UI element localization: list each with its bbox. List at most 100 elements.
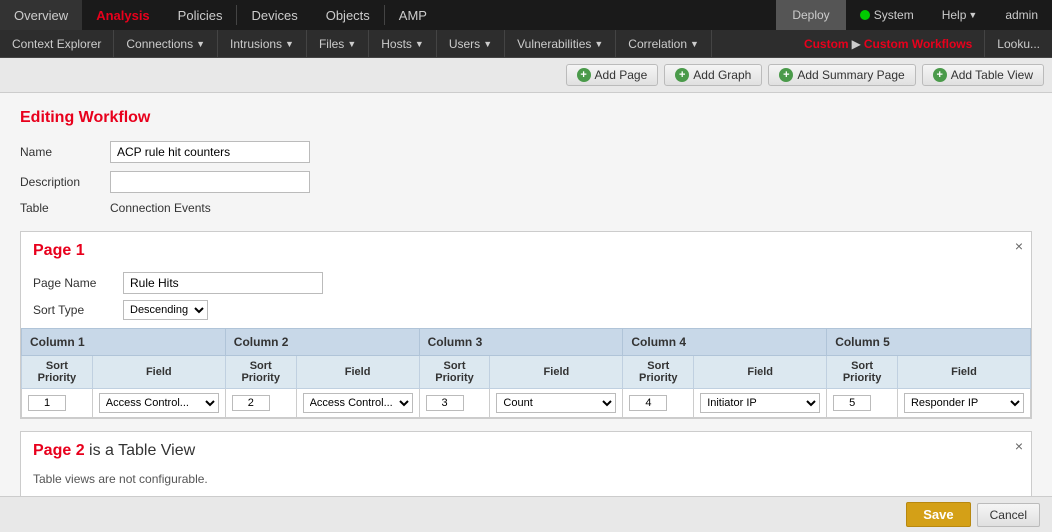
nav-hosts[interactable]: Hosts ▼ [369, 30, 437, 57]
page2-note: Table views are not configurable. [33, 472, 1019, 486]
cancel-button[interactable]: Cancel [977, 503, 1040, 527]
nav-vulnerabilities[interactable]: Vulnerabilities ▼ [505, 30, 616, 57]
add-page-icon: + [577, 68, 591, 82]
help-arrow-icon: ▼ [968, 10, 977, 20]
sub-sort-2: Sort Priority [225, 356, 296, 389]
sub-sort-3: Sort Priority [419, 356, 490, 389]
save-button[interactable]: Save [906, 502, 970, 527]
nav-intrusions[interactable]: Intrusions ▼ [218, 30, 307, 57]
add-summary-icon: + [779, 68, 793, 82]
nav-analysis[interactable]: Analysis [82, 0, 163, 30]
add-graph-label: Add Graph [693, 68, 751, 82]
sub-field-3: Field [490, 356, 623, 389]
nav-amp[interactable]: AMP [385, 0, 441, 30]
sort-priority-input-3[interactable] [426, 395, 464, 411]
toolbar: + Add Page + Add Graph + Add Summary Pag… [0, 58, 1052, 93]
breadcrumb-part1[interactable]: Custom [804, 37, 849, 51]
page2-title: Page 2 is a Table View [33, 442, 1019, 460]
editing-workflow-section: Editing Workflow Name Description Table … [20, 109, 1032, 215]
page-name-input[interactable] [123, 272, 323, 294]
page2-close-button[interactable]: × [1015, 438, 1023, 454]
table-row: Access Control... Access Control Rule Co… [22, 389, 1031, 418]
sort-type-label: Sort Type [33, 303, 123, 317]
add-page-label: Add Page [595, 68, 648, 82]
add-table-icon: + [933, 68, 947, 82]
users-arrow-icon: ▼ [483, 39, 492, 49]
page2-section: × Page 2 is a Table View Table views are… [20, 431, 1032, 497]
nav-policies[interactable]: Policies [164, 0, 237, 30]
description-label: Description [20, 175, 110, 189]
nav-devices[interactable]: Devices [237, 0, 311, 30]
add-table-view-button[interactable]: + Add Table View [922, 64, 1044, 86]
sub-sort-4: Sort Priority [623, 356, 694, 389]
nav-context-explorer[interactable]: Context Explorer [0, 30, 114, 57]
nav-users[interactable]: Users ▼ [437, 30, 505, 57]
sub-sort-1: Sort Priority [22, 356, 93, 389]
page2-subtitle: is a Table View [89, 442, 195, 459]
add-table-label: Add Table View [951, 68, 1033, 82]
vuln-arrow-icon: ▼ [594, 39, 603, 49]
system-label: System [874, 8, 914, 22]
sort-priority-input-1[interactable] [28, 395, 66, 411]
sub-field-4: Field [694, 356, 827, 389]
second-nav: Context Explorer Connections ▼ Intrusion… [0, 30, 1052, 58]
field-cell-1: Access Control... Access Control Rule Co… [92, 389, 225, 418]
status-dot [860, 10, 870, 20]
field-select-3[interactable]: Count Access Control Rule Initiator IP R… [496, 393, 616, 413]
sub-headers-row: Sort Priority Field Sort Priority Field … [22, 356, 1031, 389]
sort-priority-input-4[interactable] [629, 395, 667, 411]
sort-priority-cell-3 [419, 389, 490, 418]
name-label: Name [20, 145, 110, 159]
col-header-3: Column 3 [419, 329, 623, 356]
nav-overview[interactable]: Overview [0, 0, 82, 30]
name-input[interactable] [110, 141, 310, 163]
main-content: Editing Workflow Name Description Table … [0, 93, 1052, 531]
hosts-arrow-icon: ▼ [415, 39, 424, 49]
nav-admin[interactable]: admin [991, 0, 1052, 30]
field-select-4[interactable]: Initiator IP Access Control Rule Count R… [700, 393, 820, 413]
table-label: Table [20, 201, 110, 215]
page1-header: Page 1 × Page Name Sort Type Descending … [21, 232, 1031, 320]
sort-priority-cell-2 [225, 389, 296, 418]
nav-objects[interactable]: Objects [312, 0, 384, 30]
add-summary-page-button[interactable]: + Add Summary Page [768, 64, 915, 86]
name-row: Name [20, 141, 1032, 163]
field-cell-2: Access Control... Count Initiator IP Res… [296, 389, 419, 418]
field-select-2[interactable]: Access Control... Count Initiator IP Res… [303, 393, 413, 413]
column-headers-row: Column 1 Column 2 Column 3 Column 4 Colu… [22, 329, 1031, 356]
intrusions-arrow-icon: ▼ [285, 39, 294, 49]
field-select-1[interactable]: Access Control... Access Control Rule Co… [99, 393, 219, 413]
nav-files[interactable]: Files ▼ [307, 30, 369, 57]
field-select-5[interactable]: Responder IP Access Control Rule Count I… [904, 393, 1024, 413]
sub-field-1: Field [92, 356, 225, 389]
col-header-2: Column 2 [225, 329, 419, 356]
sort-priority-cell-4 [623, 389, 694, 418]
sort-priority-input-2[interactable] [232, 395, 270, 411]
bottom-bar: Save Cancel [0, 496, 1052, 532]
columns-table: Column 1 Column 2 Column 3 Column 4 Colu… [21, 328, 1031, 418]
sort-priority-input-5[interactable] [833, 395, 871, 411]
breadcrumb-part2[interactable]: Custom Workflows [864, 37, 972, 51]
sort-type-select[interactable]: Descending Ascending [123, 300, 208, 320]
table-value: Connection Events [110, 201, 211, 215]
nav-connections[interactable]: Connections ▼ [114, 30, 218, 57]
system-status[interactable]: System [846, 0, 928, 30]
add-graph-icon: + [675, 68, 689, 82]
lookup-button[interactable]: Looku... [984, 30, 1052, 57]
sort-type-row: Sort Type Descending Ascending [33, 300, 1019, 320]
page-name-label: Page Name [33, 276, 123, 290]
page1-close-button[interactable]: × [1015, 238, 1023, 254]
col-header-1: Column 1 [22, 329, 226, 356]
add-page-button[interactable]: + Add Page [566, 64, 659, 86]
breadcrumb: Custom ▶ Custom Workflows [792, 30, 984, 57]
col-header-5: Column 5 [827, 329, 1031, 356]
top-nav-right: Deploy System Help ▼ admin [776, 0, 1052, 30]
top-nav: Overview Analysis Policies Devices Objec… [0, 0, 1052, 30]
deploy-button[interactable]: Deploy [776, 0, 845, 30]
page1-section: Page 1 × Page Name Sort Type Descending … [20, 231, 1032, 419]
sub-field-5: Field [897, 356, 1030, 389]
add-graph-button[interactable]: + Add Graph [664, 64, 762, 86]
description-input[interactable] [110, 171, 310, 193]
nav-correlation[interactable]: Correlation ▼ [616, 30, 712, 57]
nav-help[interactable]: Help ▼ [928, 0, 992, 30]
